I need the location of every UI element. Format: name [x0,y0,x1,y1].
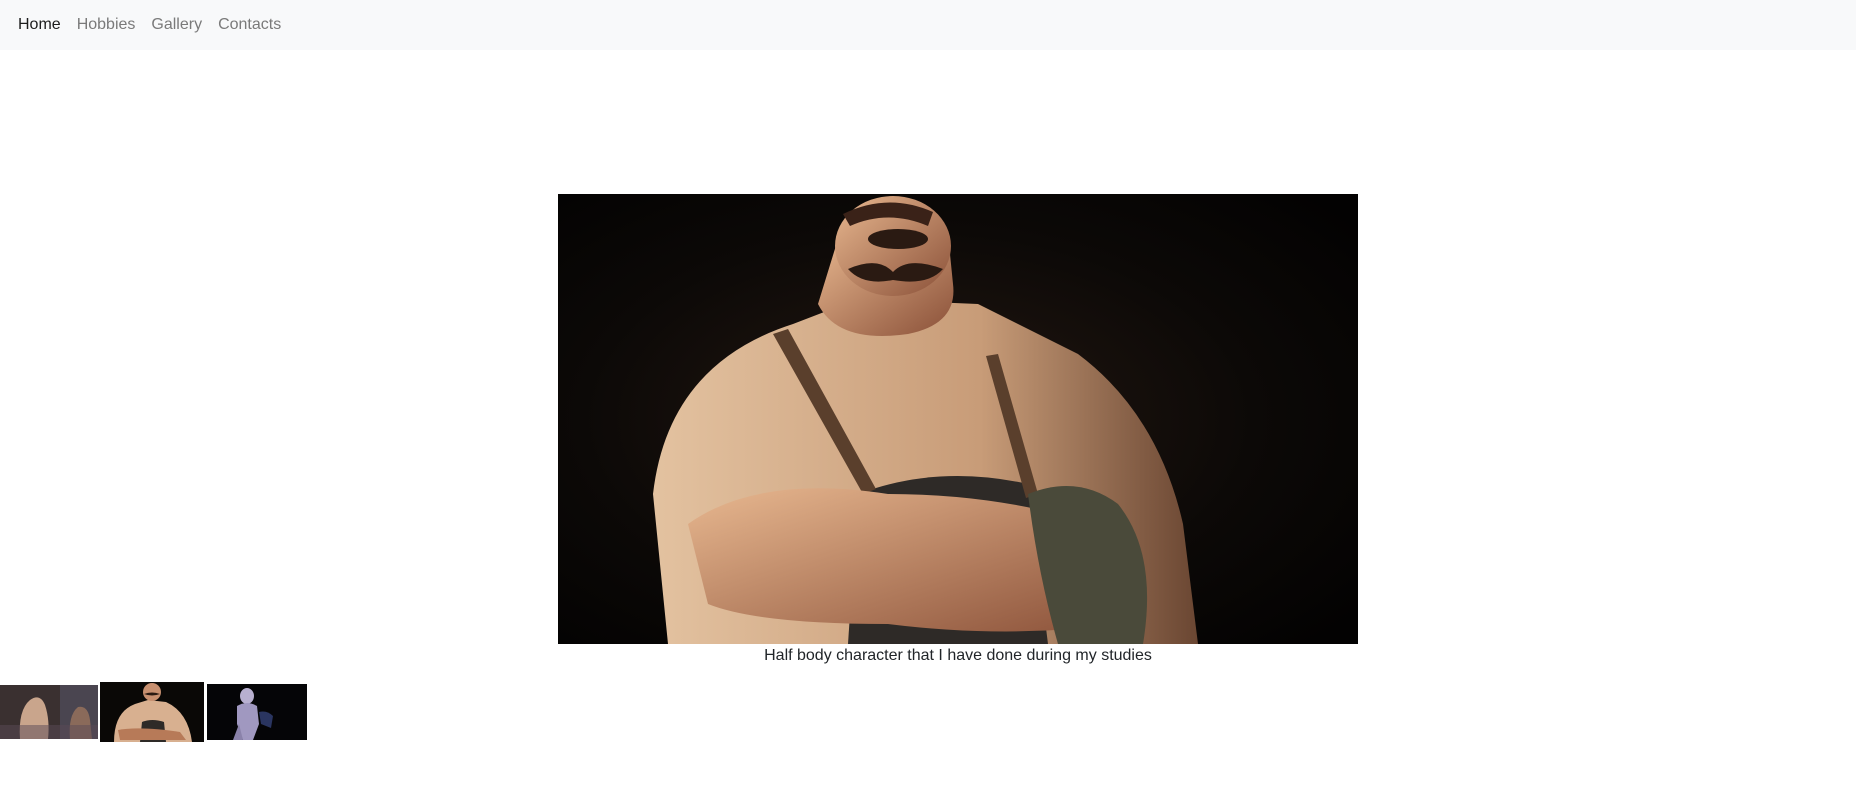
main-gallery-image [558,194,1358,644]
image-caption: Half body character that I have done dur… [764,647,1152,664]
nav-hobbies-link[interactable]: Hobbies [77,16,136,34]
gallery-thumbnail-2[interactable] [98,680,206,744]
nav-list: Home Hobbies Gallery Contacts [18,16,297,34]
thumbnail-1-image [0,685,98,739]
thumbnail-2-image [100,682,204,742]
nav-contacts-link[interactable]: Contacts [218,16,281,34]
top-navbar: Home Hobbies Gallery Contacts [0,0,1856,50]
character-render-image [558,194,1358,644]
nav-home-link[interactable]: Home [18,16,61,34]
nav-gallery-link[interactable]: Gallery [151,16,202,34]
gallery-thumbnail-1[interactable] [0,685,98,739]
thumbnail-3-image [207,684,307,740]
gallery-thumbnail-3[interactable] [207,684,307,740]
